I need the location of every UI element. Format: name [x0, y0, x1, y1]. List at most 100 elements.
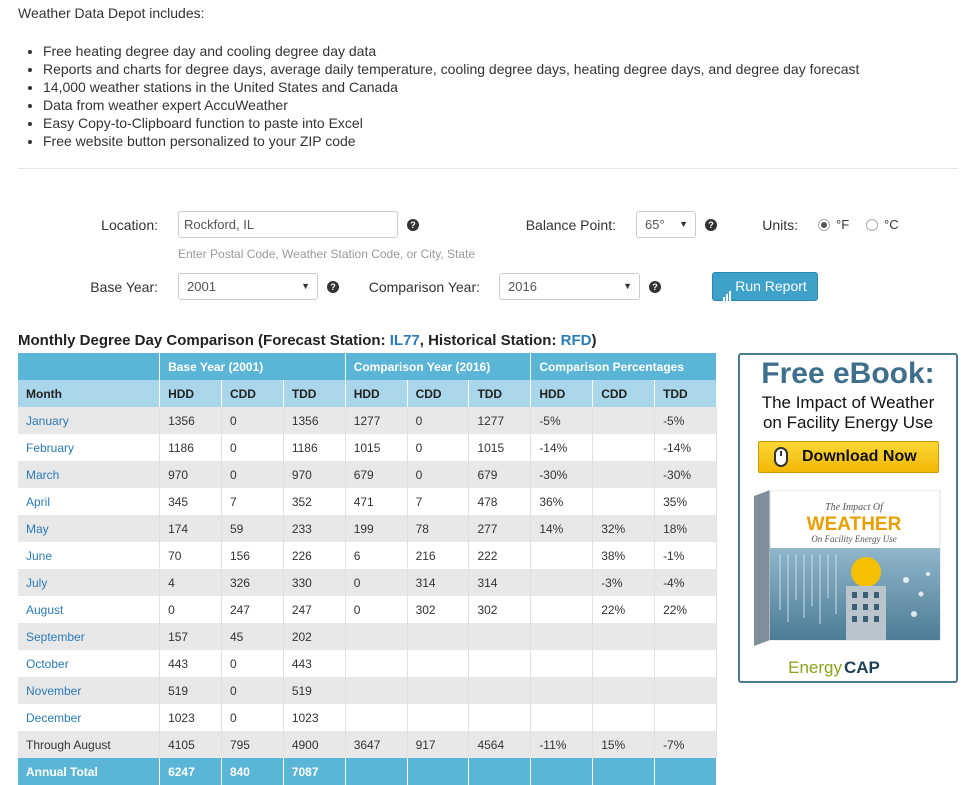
month-link[interactable]: March — [18, 461, 161, 488]
table-cell — [345, 758, 408, 785]
ad-subtitle: The Impact of Weather on Facility Energy… — [740, 393, 956, 433]
run-report-label: Run Report — [735, 278, 807, 294]
table-row: March 970 0 970 679 0 679 -30% -30% — [18, 461, 717, 488]
table-cell — [592, 758, 656, 785]
table-cell: 1023 — [283, 704, 346, 731]
month-link[interactable]: May — [18, 515, 161, 542]
table-cell: 302 — [407, 596, 470, 623]
comparison-year-help-icon[interactable]: ? — [649, 281, 661, 293]
column-header: HDD — [159, 380, 222, 407]
table-cell: 22% — [654, 596, 717, 623]
table-cell: 78 — [407, 515, 470, 542]
table-cell — [468, 623, 532, 650]
table-cell: 156 — [221, 542, 284, 569]
month-link[interactable]: February — [18, 434, 161, 461]
feature-item: Reports and charts for degree days, aver… — [43, 60, 958, 78]
table-cell: 326 — [221, 569, 284, 596]
table-cell: 22% — [592, 596, 656, 623]
month-link[interactable]: October — [18, 650, 161, 677]
download-now-label: Download Now — [802, 448, 917, 465]
group-header-percentages: Comparison Percentages — [530, 353, 717, 380]
table-cell: 1356 — [159, 407, 222, 434]
table-cell: 0 — [345, 569, 408, 596]
table-cell: 1015 — [468, 434, 532, 461]
location-help-icon[interactable]: ? — [407, 219, 419, 231]
comparison-year-label: Comparison Year: — [368, 279, 480, 295]
table-cell — [530, 758, 594, 785]
table-cell: 0 — [345, 596, 408, 623]
table-cell — [592, 623, 656, 650]
sub-header-row: Month HDD CDD TDD HDD CDD TDD HDD CDD TD… — [18, 380, 717, 407]
month-link[interactable]: January — [18, 407, 161, 434]
table-cell: 970 — [283, 461, 346, 488]
table-cell: 222 — [468, 542, 532, 569]
sun-icon — [851, 557, 881, 587]
unit-fahrenheit-radio[interactable] — [818, 219, 830, 231]
table-cell: 840 — [221, 758, 284, 785]
run-report-button[interactable]: Run Report — [712, 272, 818, 301]
base-year-help-icon[interactable]: ? — [327, 281, 339, 293]
column-header: HDD — [530, 380, 594, 407]
download-now-button[interactable]: Download Now — [758, 441, 939, 473]
table-cell — [468, 677, 532, 704]
column-header: TDD — [468, 380, 532, 407]
month-link[interactable]: September — [18, 623, 161, 650]
unit-celsius-label: °C — [884, 217, 899, 232]
feature-item: Easy Copy-to-Clipboard function to paste… — [43, 114, 958, 132]
table-cell: -11% — [530, 731, 594, 758]
location-hint: Enter Postal Code, Weather Station Code,… — [178, 247, 476, 261]
table-cell: 277 — [468, 515, 532, 542]
balance-point-value: 65° — [645, 217, 665, 232]
historical-station-link[interactable]: RFD — [561, 332, 592, 349]
table-cell: 59 — [221, 515, 284, 542]
report-title-suffix: ) — [591, 332, 597, 349]
table-cell: 0 — [221, 407, 284, 434]
balance-point-select[interactable]: 65° ▼ — [636, 211, 696, 238]
feature-item: Data from weather expert AccuWeather — [43, 96, 958, 114]
table-cell: -3% — [592, 569, 656, 596]
ebook-ad[interactable]: Free eBook: The Impact of Weather on Fac… — [738, 353, 958, 683]
table-cell: 302 — [468, 596, 532, 623]
through-label: Through August — [18, 731, 161, 758]
table-cell — [592, 407, 656, 434]
base-year-select[interactable]: 2001 ▼ — [178, 273, 318, 300]
location-input[interactable] — [178, 211, 398, 238]
balance-point-help-icon[interactable]: ? — [705, 219, 717, 231]
table-cell — [468, 704, 532, 731]
month-link[interactable]: June — [18, 542, 161, 569]
table-cell: 6247 — [159, 758, 222, 785]
table-cell — [345, 677, 408, 704]
ad-title: Free eBook: — [761, 357, 935, 390]
comparison-year-select[interactable]: 2016 ▼ — [499, 273, 640, 300]
table-cell: 14% — [530, 515, 594, 542]
table-cell: -14% — [530, 434, 594, 461]
report-title-prefix: Monthly Degree Day Comparison (Forecast … — [18, 332, 390, 349]
balance-point-label: Balance Point: — [525, 217, 616, 233]
table-cell: 679 — [345, 461, 408, 488]
table-cell: 1356 — [283, 407, 346, 434]
unit-celsius-radio[interactable] — [866, 219, 878, 231]
table-cell: -1% — [654, 542, 717, 569]
table-cell: 0 — [221, 650, 284, 677]
book-title-big: WEATHER — [807, 514, 902, 535]
forecast-station-link[interactable]: IL77 — [390, 332, 420, 349]
table-row: Annual Total 6247 840 7087 — [18, 758, 717, 785]
table-cell: 352 — [283, 488, 346, 515]
month-link[interactable]: July — [18, 569, 161, 596]
table-cell — [592, 704, 656, 731]
section-divider — [18, 168, 958, 169]
intro-title: Weather Data Depot includes: — [18, 5, 205, 21]
month-link[interactable]: August — [18, 596, 161, 623]
month-link[interactable]: April — [18, 488, 161, 515]
table-cell — [345, 704, 408, 731]
table-cell: 0 — [221, 434, 284, 461]
table-cell: 1186 — [283, 434, 346, 461]
table-cell: 1023 — [159, 704, 222, 731]
month-link[interactable]: December — [18, 704, 161, 731]
table-cell: 1277 — [468, 407, 532, 434]
table-cell: 202 — [283, 623, 346, 650]
column-header: CDD — [592, 380, 656, 407]
month-link[interactable]: November — [18, 677, 161, 704]
column-header: HDD — [345, 380, 408, 407]
table-cell: 0 — [159, 596, 222, 623]
